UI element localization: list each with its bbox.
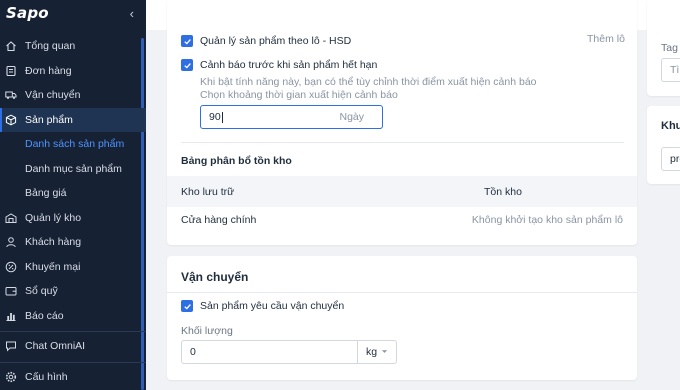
sidebar-divider xyxy=(0,331,146,332)
expiry-days-input[interactable]: 90 Ngày xyxy=(200,105,383,129)
order-icon xyxy=(5,65,17,77)
sidebar-subitem-product-categories[interactable]: Danh mục sản phẩm xyxy=(0,157,146,182)
sidebar-item-products[interactable]: Sản phẩm xyxy=(0,107,146,132)
expiry-help-text: Khi bật tính năng này, bạn có thể tùy ch… xyxy=(200,76,537,88)
batch-management-checkbox[interactable]: Quản lý sản phẩm theo lô - HSD xyxy=(181,35,351,47)
text-caret xyxy=(221,111,223,123)
sidebar-item-label: Sổ quỹ xyxy=(25,285,58,298)
sidebar-nav: Tổng quan Đơn hàng Vận chuyển Sản phẩm D… xyxy=(0,34,146,389)
product-batch-card: Quản lý sản phẩm theo lô - HSD Thêm lô C… xyxy=(167,0,637,245)
weight-field: 0 kg xyxy=(181,340,397,364)
section-divider xyxy=(181,142,624,143)
shipping-card: Vận chuyển Sản phẩm yêu cầu vận chuyển K… xyxy=(167,256,637,380)
chat-icon xyxy=(5,340,17,352)
sidebar-item-label: Đơn hàng xyxy=(25,64,72,77)
sidebar-item-label: Vận chuyển xyxy=(25,89,81,102)
expiry-warning-checkbox[interactable]: Cảnh báo trước khi sản phẩm hết hạn xyxy=(181,59,377,71)
table-row: Cửa hàng chính Không khởi tạo kho sản ph… xyxy=(167,206,637,234)
checkbox-checked-icon xyxy=(181,35,193,47)
warehouse-icon xyxy=(5,212,17,224)
discount-icon xyxy=(5,261,17,273)
sidebar-item-label: Cấu hình xyxy=(25,370,68,383)
sidebar-item-orders[interactable]: Đơn hàng xyxy=(0,59,146,84)
expiry-days-value: 90 xyxy=(209,111,339,123)
requires-shipping-checkbox[interactable]: Sản phẩm yêu cầu vận chuyển xyxy=(181,300,344,312)
column-stock: Tồn kho xyxy=(484,185,522,198)
stock-table-title: Bảng phân bổ tồn kho xyxy=(181,155,292,167)
checkbox-label: Sản phẩm yêu cầu vận chuyển xyxy=(200,300,345,312)
home-icon xyxy=(5,40,17,52)
sidebar-item-label: Khuyến mại xyxy=(25,260,81,273)
checkbox-checked-icon xyxy=(181,59,193,71)
checkbox-label: Quản lý sản phẩm theo lô - HSD xyxy=(200,35,352,47)
expiry-days-text: 90 xyxy=(209,111,221,123)
sidebar-header: Sapo ‹ xyxy=(0,0,146,26)
sidebar-subitem-product-list[interactable]: Danh sách sản phẩm xyxy=(0,132,146,157)
side-section-input[interactable]: pro xyxy=(661,147,680,171)
sidebar-item-shipping[interactable]: Vận chuyển xyxy=(0,83,146,108)
sidebar-item-label: Sản phẩm xyxy=(25,113,73,126)
weight-label: Khối lượng xyxy=(181,325,233,337)
sidebar-item-promotions[interactable]: Khuyến mại xyxy=(0,255,146,280)
sidebar-item-customers[interactable]: Khách hàng xyxy=(0,230,146,255)
wallet-icon xyxy=(5,285,17,297)
weight-unit-value: kg xyxy=(366,346,378,358)
sidebar-item-label: Tổng quan xyxy=(25,40,76,53)
box-icon xyxy=(5,114,17,126)
expiry-days-unit: Ngày xyxy=(339,111,364,123)
sidebar-item-label: Chat OmniAI xyxy=(25,340,86,353)
sidebar-item-label: Quản lý kho xyxy=(25,211,82,224)
sidebar-item-label: Khách hàng xyxy=(25,236,82,249)
checkbox-label: Cảnh báo trước khi sản phẩm hết hạn xyxy=(200,59,378,71)
weight-input[interactable]: 0 xyxy=(182,341,358,363)
sidebar-divider xyxy=(0,361,146,363)
chart-icon xyxy=(5,310,17,322)
shipping-title: Vận chuyển xyxy=(181,270,249,284)
sidebar-item-cashbook[interactable]: Sổ quỹ xyxy=(0,279,146,304)
sidebar-item-overview[interactable]: Tổng quan xyxy=(0,34,146,59)
section-divider xyxy=(167,292,637,293)
sidebar-item-inventory[interactable]: Quản lý kho xyxy=(0,206,146,231)
chevron-down-icon xyxy=(381,346,388,358)
sidebar-subitem-price-list[interactable]: Bảng giá xyxy=(0,181,146,206)
sidebar-item-label: Báo cáo xyxy=(25,309,64,322)
weight-unit-select[interactable]: kg xyxy=(358,341,396,363)
expiry-time-label: Chọn khoảng thời gian xuất hiện cảnh báo xyxy=(200,89,398,101)
sapo-logo[interactable]: Sapo xyxy=(6,4,49,22)
sidebar-item-reports[interactable]: Báo cáo xyxy=(0,304,146,329)
sidebar: Sapo ‹ Tổng quan Đơn hàng Vận chuyển Sản… xyxy=(0,0,146,390)
collapse-sidebar-icon[interactable]: ‹ xyxy=(130,6,134,21)
sidebar-item-chat-omniai[interactable]: Chat OmniAI xyxy=(0,334,146,359)
stock-status: Không khởi tạo kho sản phẩm lô xyxy=(471,214,623,226)
add-batch-link[interactable]: Thêm lô xyxy=(587,33,625,45)
side-section-title: Khu xyxy=(661,120,680,132)
tag-search-input[interactable]: Tìn xyxy=(661,58,680,82)
tag-card: Tag Tìn xyxy=(647,0,680,96)
tag-label: Tag xyxy=(661,42,678,54)
gear-icon xyxy=(5,371,17,383)
sidebar-item-settings[interactable]: Cấu hình xyxy=(0,365,146,390)
column-warehouse: Kho lưu trữ xyxy=(181,185,235,198)
warehouse-name: Cửa hàng chính xyxy=(181,214,257,226)
stock-table-header: Kho lưu trữ Tồn kho xyxy=(167,176,637,207)
truck-icon xyxy=(5,89,17,101)
checkbox-checked-icon xyxy=(181,300,193,312)
side-section-card: Khu pro xyxy=(647,106,680,184)
user-icon xyxy=(5,236,17,248)
